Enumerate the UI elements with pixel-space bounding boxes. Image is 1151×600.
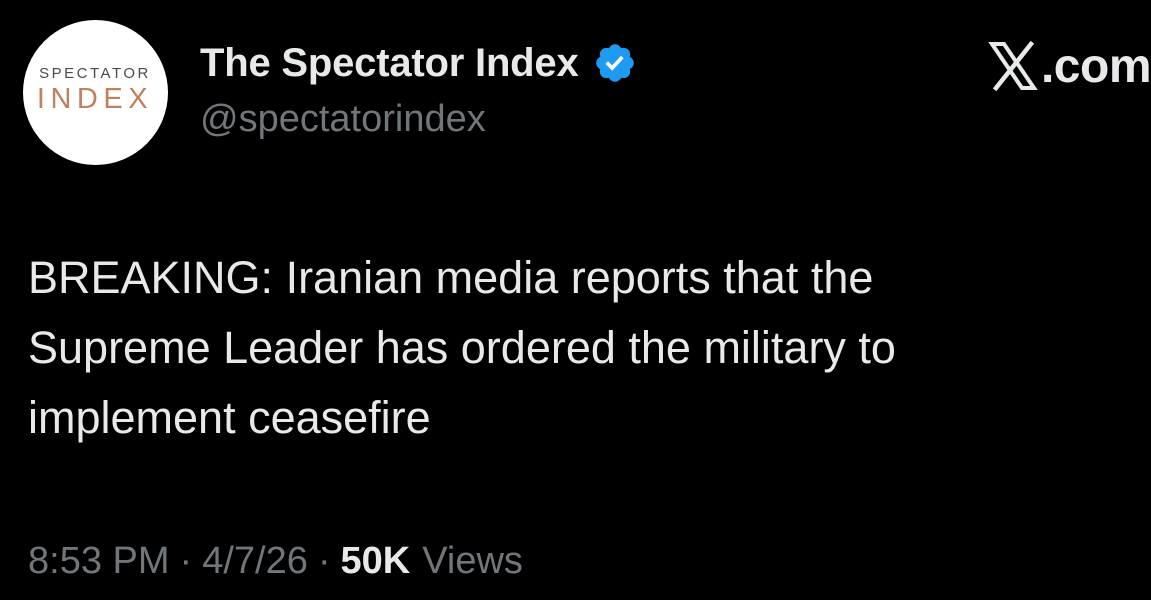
views-count[interactable]: 50K <box>341 540 411 583</box>
brand-watermark: .com <box>987 39 1151 93</box>
display-name[interactable]: The Spectator Index <box>200 41 579 86</box>
author-name-row: The Spectator Index <box>200 38 637 88</box>
tweet-metadata: 8:53 PM · 4/7/26 · 50K Views <box>28 540 523 583</box>
tweet-text-line: Supreme Leader has ordered the military … <box>28 322 896 373</box>
meta-separator: · <box>179 540 193 582</box>
brand-text: .com <box>1040 39 1151 93</box>
meta-separator: · <box>317 540 331 582</box>
avatar[interactable]: SPECTATOR INDEX <box>23 20 168 165</box>
handle[interactable]: @spectatorindex <box>200 98 486 141</box>
tweet-text: BREAKING: Iranian media reports that the… <box>28 243 1128 453</box>
views-label: Views <box>422 540 523 582</box>
tweet-text-line: implement ceasefire <box>28 392 431 443</box>
spectator-index-logo: SPECTATOR INDEX <box>37 65 153 115</box>
verified-badge-icon <box>593 41 637 85</box>
tweet-card: SPECTATOR INDEX The Spectator Index @spe… <box>0 0 1151 600</box>
tweet-text-line: BREAKING: Iranian media reports that the <box>28 252 874 303</box>
avatar-text-top: SPECTATOR <box>39 65 151 82</box>
avatar-text-bottom: INDEX <box>37 83 153 115</box>
tweet-time[interactable]: 8:53 PM <box>28 540 170 583</box>
x-logo-icon <box>987 41 1039 91</box>
tweet-date[interactable]: 4/7/26 <box>202 540 308 583</box>
